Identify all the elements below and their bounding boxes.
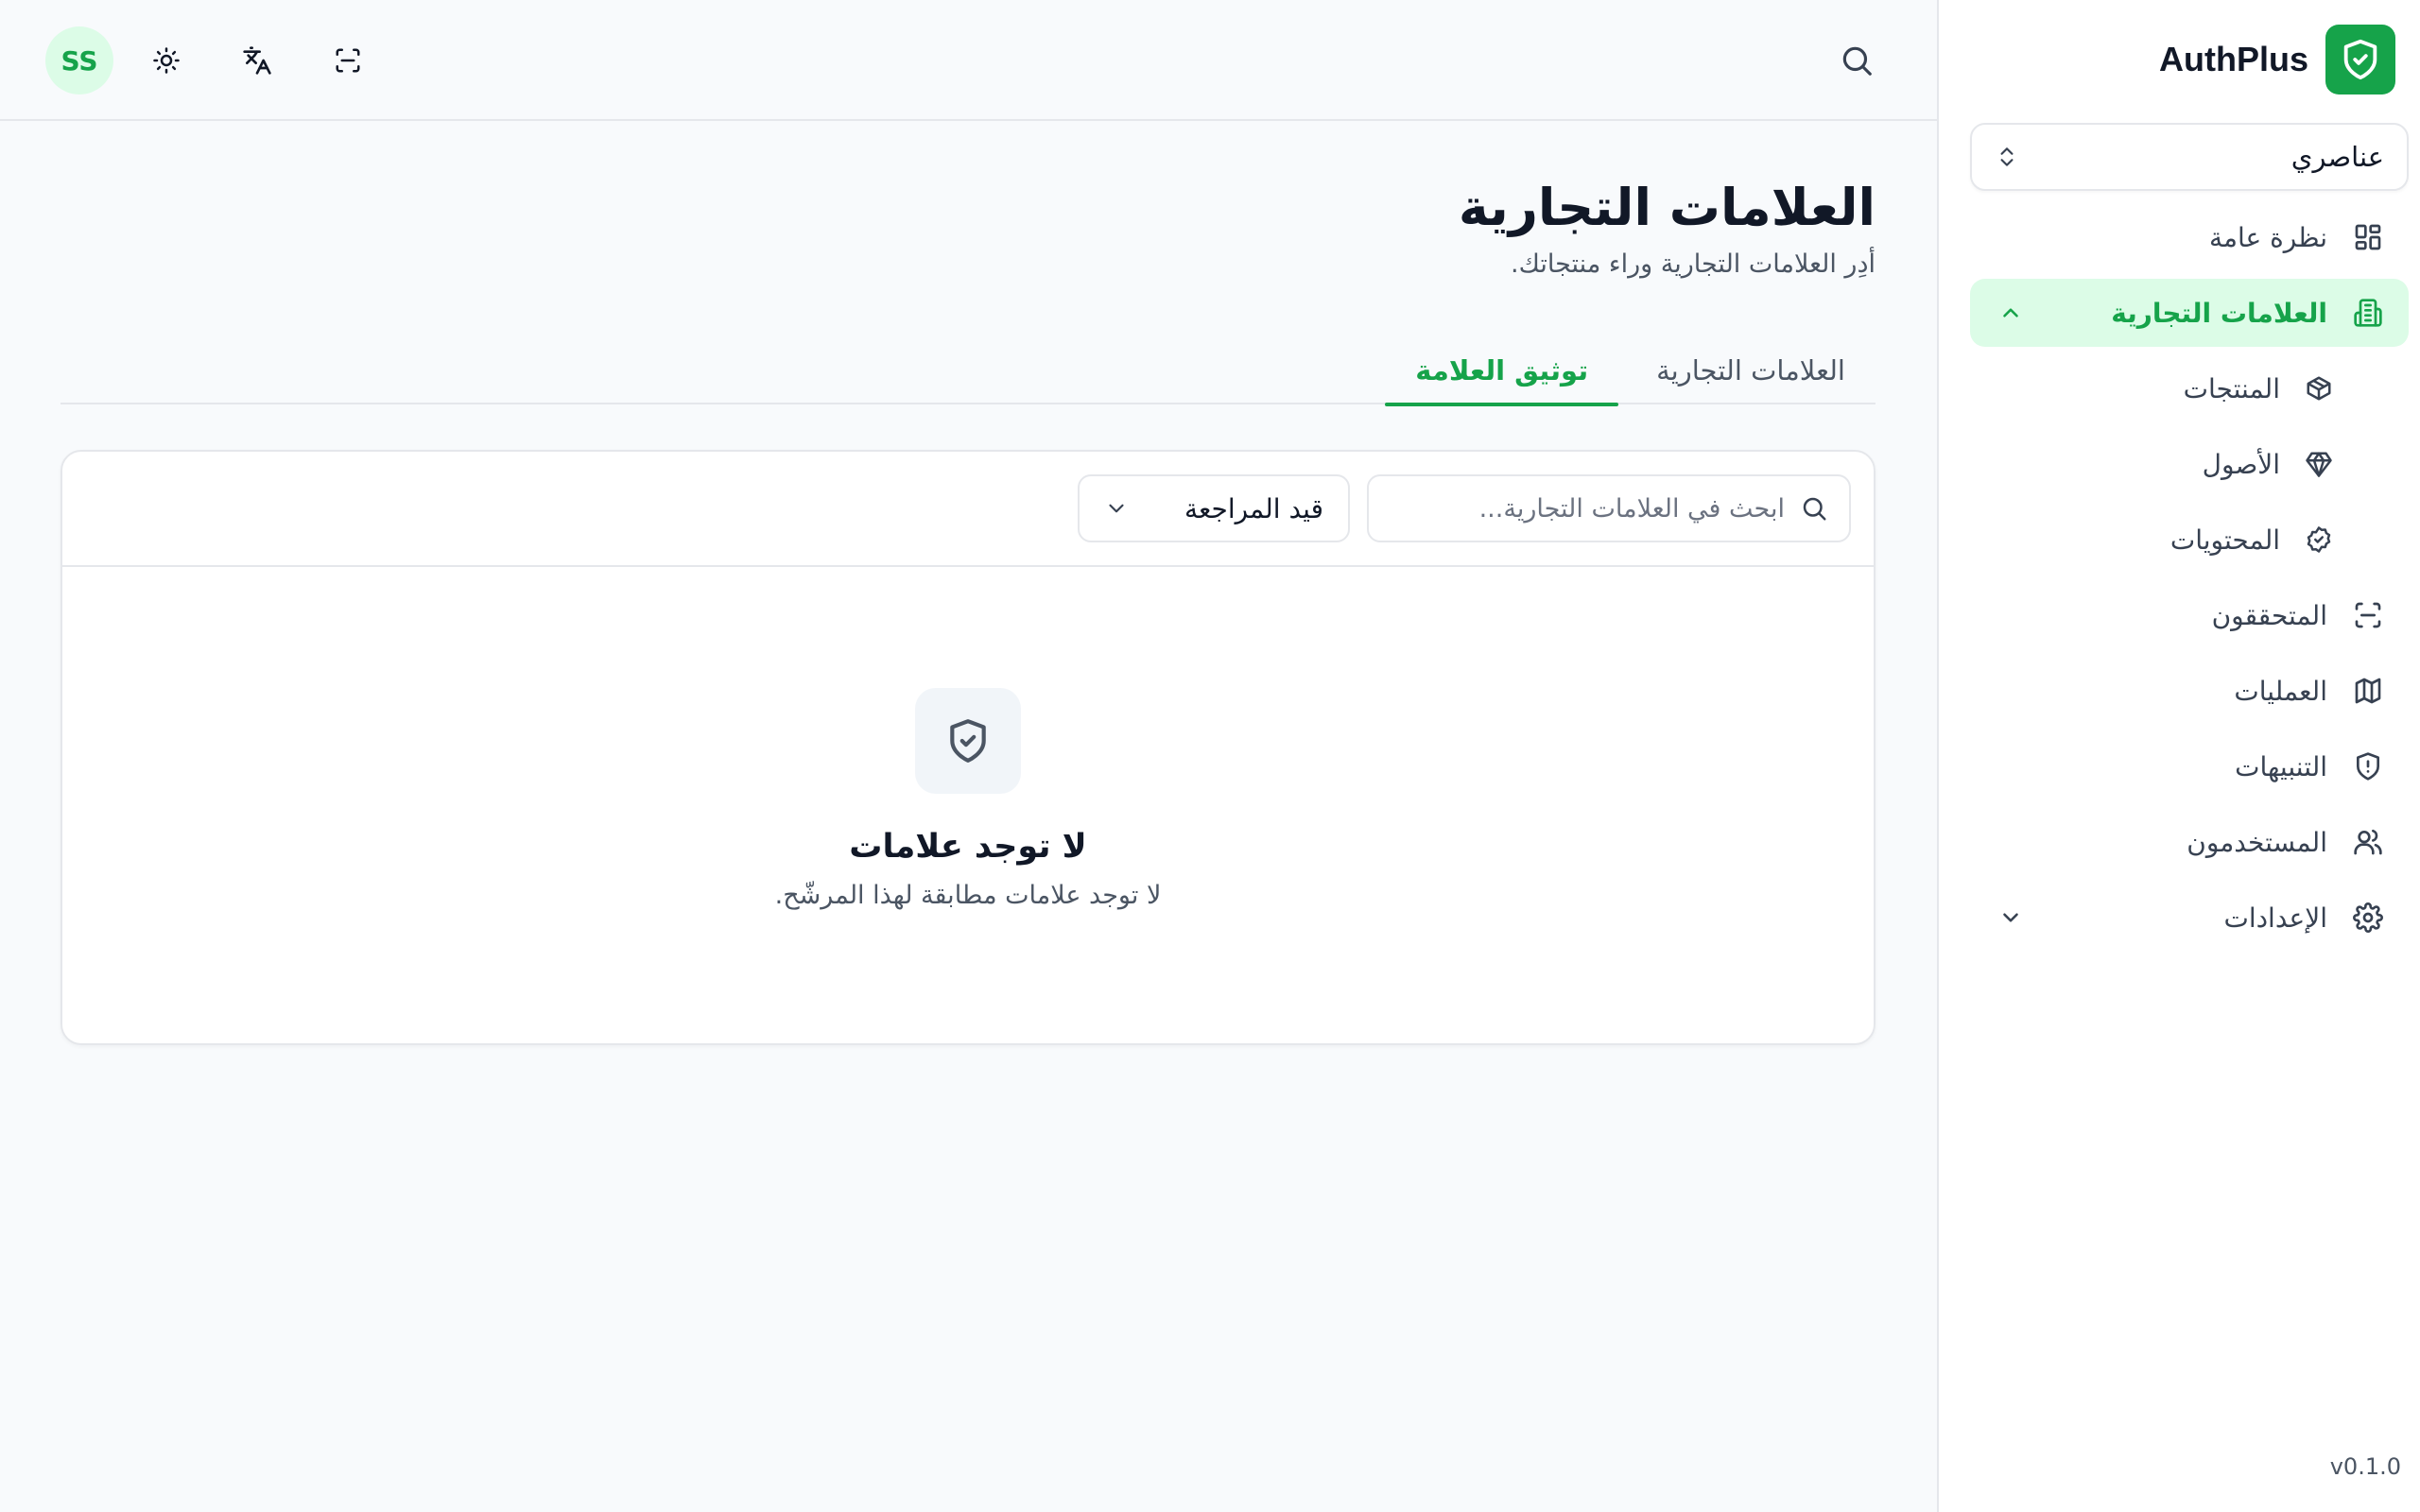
empty-state-description: لا توجد علامات مطابقة لهذا المرشّح. [774,881,1162,910]
page-title: العلامات التجارية [1458,178,1876,237]
sidebar-item-operations[interactable]: العمليات [1970,657,2409,725]
brand-search-input[interactable] [1390,493,1785,524]
results-panel: قيد المراجعة لا توجد علامات لا توجد علام… [60,450,1876,1045]
shield-check-icon [2325,25,2395,94]
language-button[interactable] [234,38,280,83]
badge-check-icon [2303,524,2335,556]
sidebar-item-label: المنتجات [2183,372,2280,404]
dashboard-icon [2350,219,2386,255]
gem-icon [2303,448,2335,480]
sidebar-item-label: العمليات [2234,675,2327,707]
empty-state-title: لا توجد علامات [849,828,1087,866]
sidebar-item-label: العلامات التجارية [2111,297,2327,329]
scan-button[interactable] [325,38,371,83]
brand-search-field[interactable] [1367,474,1851,542]
chevron-down-icon[interactable] [1996,903,2025,932]
filter-toolbar: قيد المراجعة [62,452,1874,567]
translate-icon [242,45,272,76]
global-search-button[interactable] [1834,38,1879,83]
tabs: العلامات التجارية توثيق العلامة [60,336,1876,406]
theme-toggle-button[interactable] [144,38,189,83]
app-name: AuthPlus [2159,40,2308,78]
sidebar-nav: نظرة عامة العلامات التجارية المنتجات الأ… [1970,203,2409,959]
sidebar-item-settings[interactable]: الإعدادات [1970,884,2409,952]
tab-brands[interactable]: العلامات التجارية [1626,336,1876,404]
sidebar-item-brands[interactable]: العلامات التجارية [1970,279,2409,347]
brand[interactable]: AuthPlus [2159,25,2395,94]
chevron-down-icon [1104,496,1129,521]
sidebar-item-label: الأصول [2202,448,2280,480]
sun-icon [152,46,181,75]
tab-brand-verification[interactable]: توثيق العلامة [1385,336,1618,406]
search-icon [1839,43,1875,78]
sidebar-item-label: التنبيهات [2235,750,2327,782]
scan-icon [334,46,362,75]
tab-label: العلامات التجارية [1656,354,1845,387]
shield-alert-icon [2350,748,2386,784]
package-icon [2303,372,2335,404]
sidebar-subitem-assets[interactable]: الأصول [1970,430,2409,498]
organization-select[interactable]: عناصري [1970,123,2409,191]
chevrons-up-down-icon [1995,145,2019,169]
sidebar-item-label: المحتويات [2169,524,2280,556]
sidebar: AuthPlus عناصري نظرة عامة العلامات التجا… [1937,0,2420,1512]
user-avatar[interactable]: SS [45,26,113,94]
page-subtitle: أدِر العلامات التجارية وراء منتجاتك. [1511,249,1876,279]
shield-check-icon [944,717,992,765]
sidebar-subitem-products[interactable]: المنتجات [1970,354,2409,422]
sidebar-item-label: المتحققون [2211,599,2327,631]
map-icon [2350,673,2386,709]
settings-icon [2350,900,2386,936]
sidebar-subitem-contents[interactable]: المحتويات [1970,506,2409,574]
sidebar-item-label: نظرة عامة [2208,221,2327,253]
status-filter-value: قيد المراجعة [1184,492,1323,524]
empty-state: لا توجد علامات لا توجد علامات مطابقة لهذ… [62,567,1874,1043]
chevron-up-icon[interactable] [1996,299,2025,327]
sidebar-item-alerts[interactable]: التنبيهات [1970,732,2409,800]
users-icon [2350,824,2386,860]
sidebar-item-label: الإعدادات [2223,902,2327,934]
scan-icon [2350,597,2386,633]
avatar-initials: SS [60,44,98,77]
app-version: v0.1.0 [2329,1453,2401,1480]
sidebar-item-users[interactable]: المستخدمون [1970,808,2409,876]
status-filter-select[interactable]: قيد المراجعة [1078,474,1350,542]
tab-label: توثيق العلامة [1415,354,1589,387]
building-icon [2350,295,2386,331]
sidebar-item-label: المستخدمون [2187,826,2327,858]
sidebar-item-verifiers[interactable]: المتحققون [1970,581,2409,649]
empty-state-icon-box [915,688,1021,794]
sidebar-item-overview[interactable]: نظرة عامة [1970,203,2409,271]
top-bar: SS [0,0,1937,121]
search-icon [1800,494,1828,523]
organization-select-value: عناصري [2290,141,2384,173]
